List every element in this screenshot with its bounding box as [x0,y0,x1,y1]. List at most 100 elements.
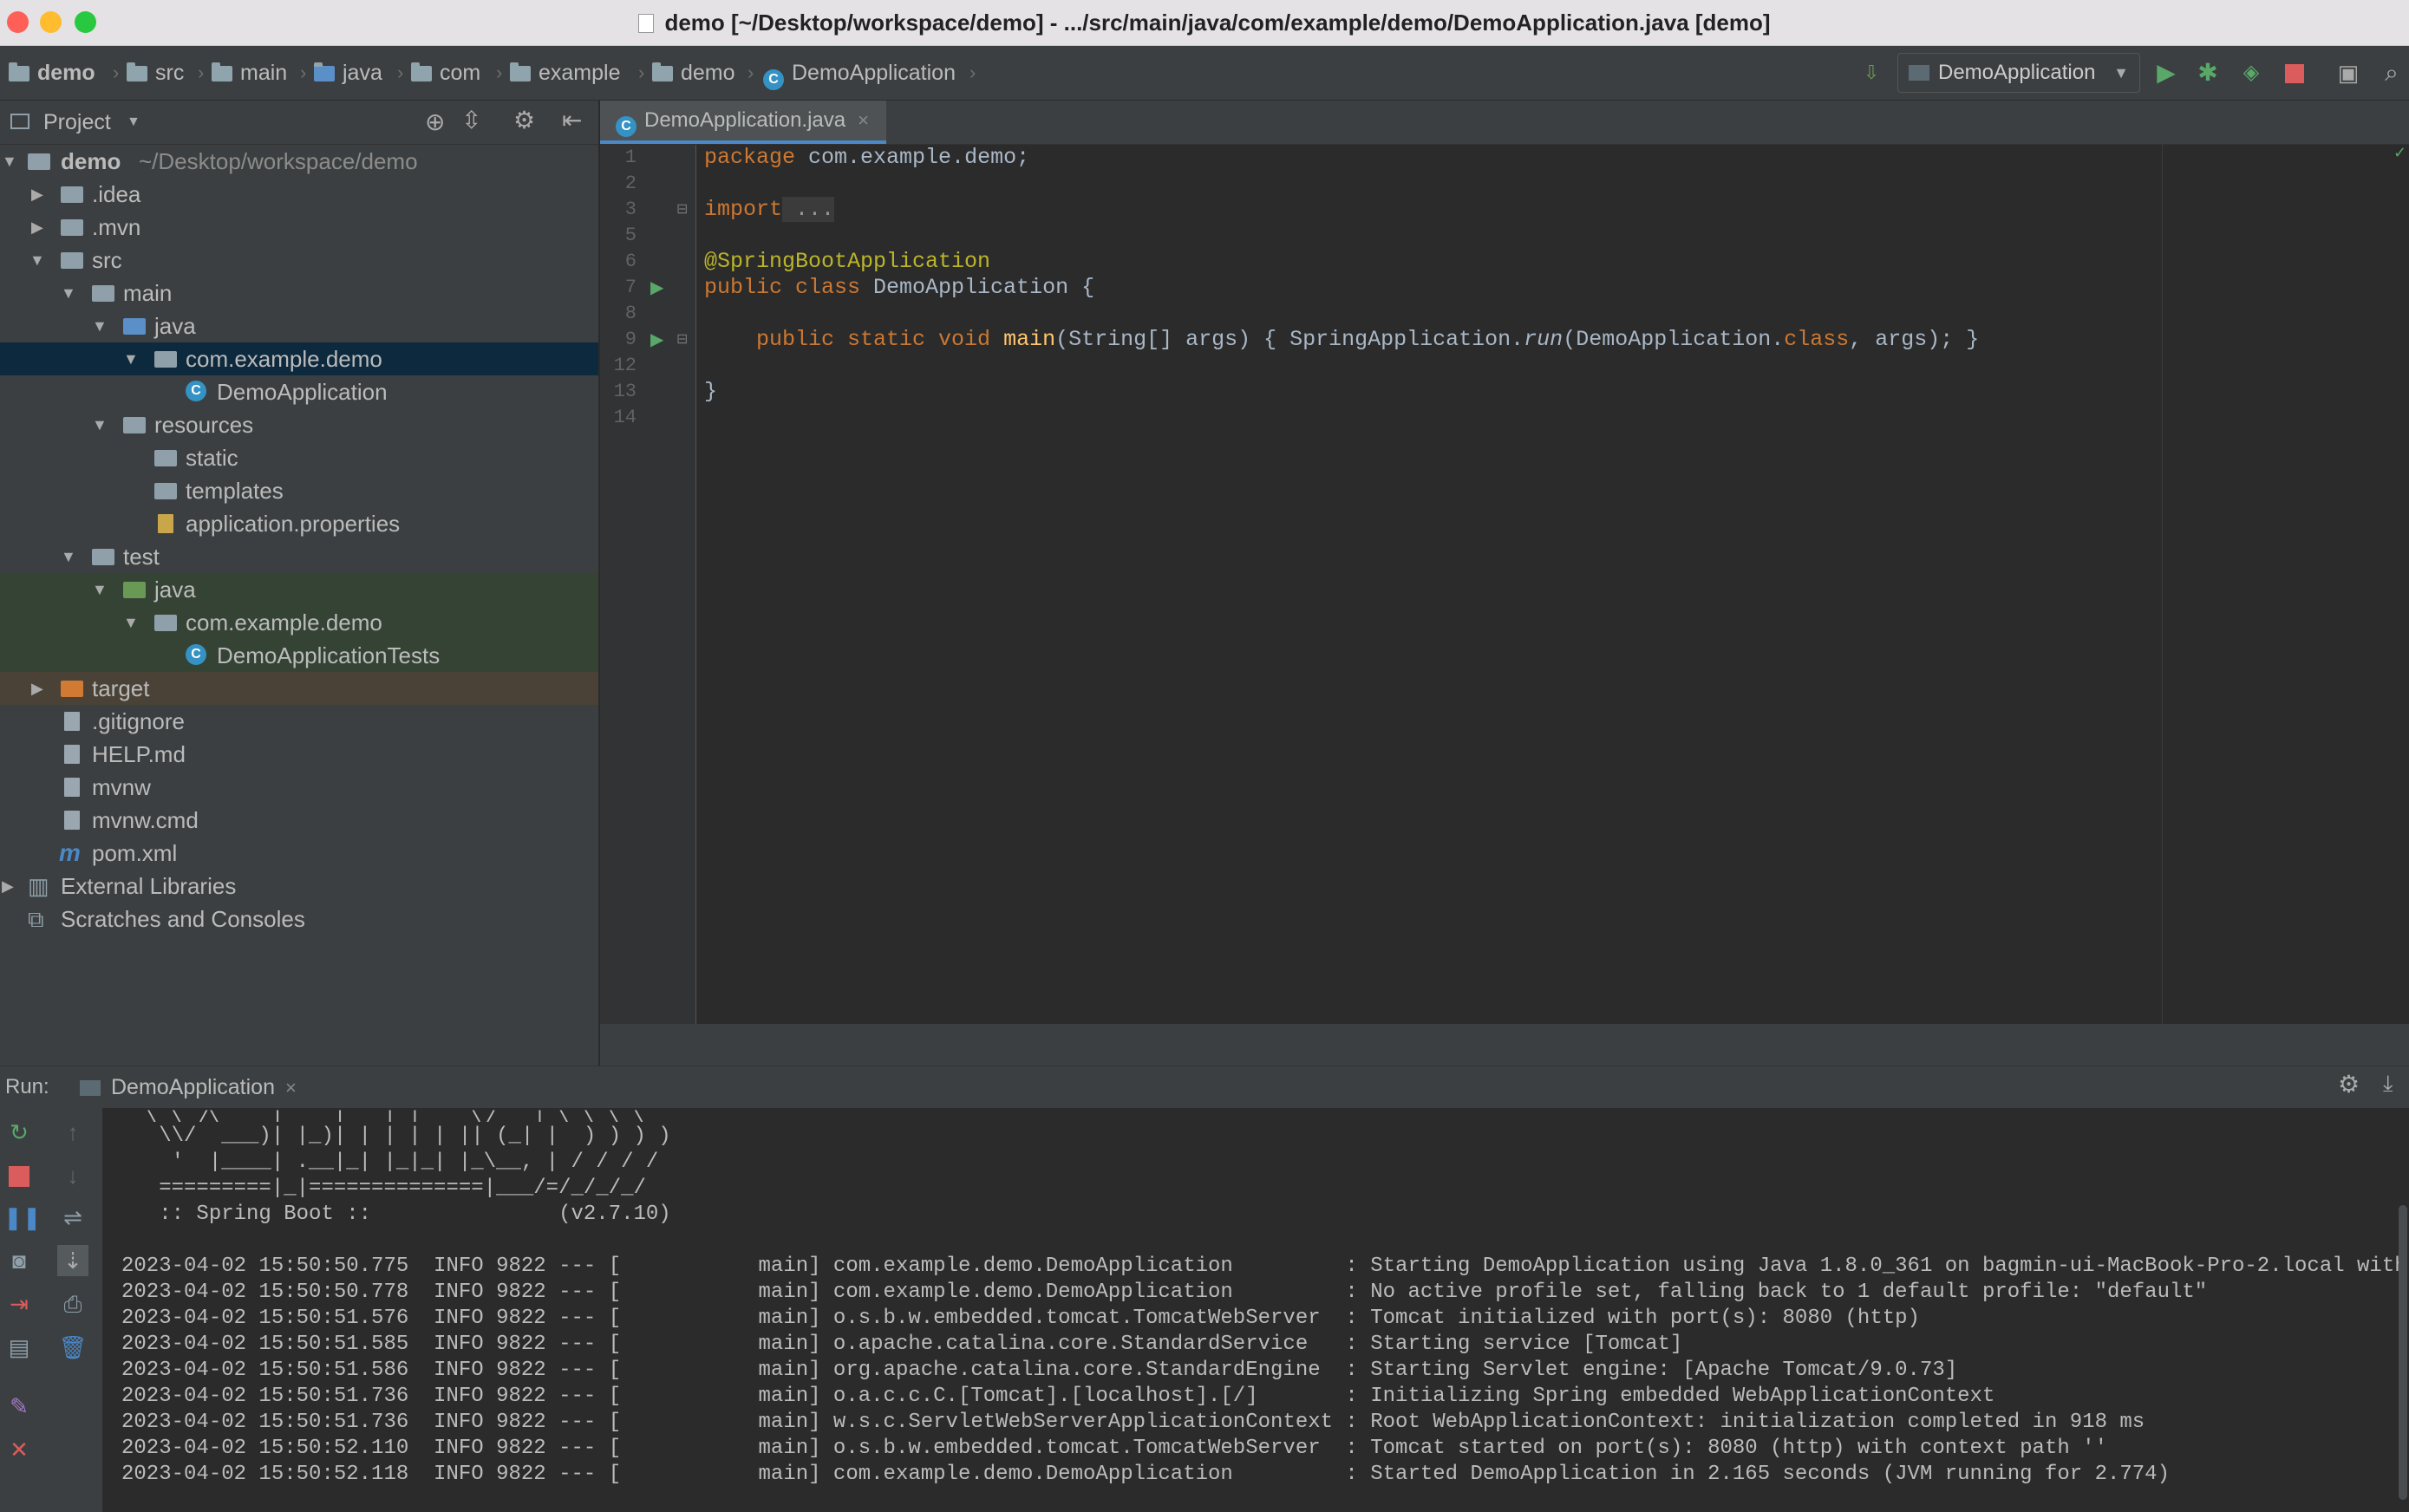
rerun-icon[interactable]: ↻ [3,1117,35,1148]
chevron-right-icon: › [198,62,205,83]
chevron-down-icon[interactable]: ▼ [92,573,109,606]
tree-item-static[interactable]: static [0,441,598,474]
tree-item-java[interactable]: ▼ java [0,310,598,342]
folder-icon [92,285,114,302]
breadcrumb-demo[interactable]: demo [9,46,95,100]
tree-item-main[interactable]: ▼ main [0,277,598,310]
pin-icon[interactable]: ✎ [3,1391,35,1422]
chevron-down-icon[interactable]: ▼ [92,408,109,441]
tree-item-test[interactable]: ▼ test [0,540,598,573]
hide-panel-icon[interactable]: ⤓ [2383,1070,2393,1098]
tree-item-demoapplicationtests[interactable]: C DemoApplicationTests [0,639,598,672]
trash-icon[interactable]: 🗑 [57,1332,88,1363]
print-icon[interactable]: ⎙ [57,1288,88,1320]
run-icon[interactable]: ▶ [2151,57,2182,88]
stop-icon[interactable] [3,1160,35,1191]
chevron-down-icon[interactable]: ▼ [123,606,140,639]
tree-item-mvnw-cmd[interactable]: mvnw.cmd [0,804,598,837]
gear-icon[interactable]: ⚙ [513,106,535,134]
tree-item-pom-xml[interactable]: m pom.xml [0,837,598,870]
tree-item-mvnw[interactable]: mvnw [0,771,598,804]
tree-item-test-java[interactable]: ▼ java [0,573,598,606]
tree-item-gitignore[interactable]: .gitignore [0,705,598,738]
debug-icon[interactable]: ✱ [2192,57,2223,88]
scroll-to-end-icon[interactable]: ⇣ [57,1245,88,1276]
tree-item-package-test[interactable]: ▼ com.example.demo [0,606,598,639]
fold-icon[interactable]: ⊟ [676,330,688,349]
tree-item-scratches[interactable]: ⧉ Scratches and Consoles [0,903,598,935]
layout-icon[interactable]: ▤ [3,1332,35,1363]
breadcrumb-demo-package[interactable]: demo [652,46,735,100]
pause-icon[interactable]: ❚❚ [3,1202,42,1233]
run-gutter-icon[interactable]: ▶ [650,327,663,353]
chevron-down-icon[interactable]: ▼ [2,145,19,178]
chevron-down-icon[interactable]: ▼ [92,310,109,342]
console-log-line: 2023-04-02 15:50:51.585 INFO 9822 --- [ … [121,1333,1683,1356]
project-structure-icon[interactable]: ▣ [2333,57,2364,88]
test-folder-icon [123,582,146,598]
tree-item-external-libraries[interactable]: ▶ ▥ External Libraries [0,870,598,903]
chevron-down-icon[interactable]: ▼ [123,342,140,375]
console-scrollbar[interactable] [2399,1205,2407,1500]
stop-icon[interactable] [2279,57,2310,88]
search-icon[interactable]: ⌕ [2376,57,2407,88]
run-gutter-icon[interactable]: ▶ [650,275,663,301]
tree-item-help-md[interactable]: HELP.md [0,738,598,771]
chevron-down-icon[interactable]: ▼ [127,101,140,144]
build-icon[interactable]: ⇩ [1856,57,1887,88]
fold-icon[interactable]: ⊟ [676,200,688,219]
hide-panel-icon[interactable]: ⇤ [562,106,582,134]
breadcrumb-example[interactable]: example [510,46,621,100]
tree-item-package-main[interactable]: ▼ com.example.demo [0,342,598,375]
arrow-up-icon[interactable]: ↑ [57,1117,88,1148]
exit-icon[interactable]: ⇥ [3,1288,35,1320]
code-line-9: public static void main(String[] args) {… [704,327,1979,353]
run-config-icon [80,1080,101,1096]
tree-item-templates[interactable]: templates [0,474,598,507]
close-icon[interactable]: × [285,1077,297,1098]
chevron-down-icon[interactable]: ▼ [61,540,78,573]
breadcrumb-demoapplication[interactable]: C DemoApplication [763,46,956,100]
tree-item-mvn[interactable]: ▶ .mvn [0,211,598,244]
chevron-right-icon[interactable]: ▶ [2,870,19,903]
tree-item-label: com.example.demo [186,346,382,372]
close-icon[interactable]: ✕ [3,1434,35,1465]
run-configuration-dropdown[interactable]: DemoApplication ▼ [1897,53,2140,93]
camera-icon[interactable]: ◙ [3,1245,35,1276]
file-icon [64,811,80,830]
project-panel-title[interactable]: Project [43,101,111,144]
collapse-all-icon[interactable]: ⇳ [461,106,481,134]
tree-item-application-properties[interactable]: application.properties [0,507,598,540]
breadcrumb-src[interactable]: src [127,46,184,100]
locate-icon[interactable]: ⊕ [425,108,445,136]
editor-gutter[interactable]: 1 2 3 5 6 7 8 9 12 13 14 ▶ ▶ ⊟ ⊟ [600,145,695,1024]
tree-item-src[interactable]: ▼ src [0,244,598,277]
chevron-down-icon[interactable]: ▼ [29,244,47,277]
package-icon [154,351,177,368]
spring-class-icon: C [186,381,206,401]
folded-imports[interactable]: ... [782,197,835,222]
editor-gutter-separator [695,145,696,1024]
tree-item-resources[interactable]: ▼ resources [0,408,598,441]
console-log-line: 2023-04-02 15:50:50.775 INFO 9822 --- [ … [121,1255,2409,1278]
tree-item-target[interactable]: ▶ target [0,672,598,705]
coverage-icon[interactable]: ◈ [2236,57,2267,88]
chevron-down-icon[interactable]: ▼ [61,277,78,310]
line-number: 3 [624,199,637,220]
gear-icon[interactable]: ⚙ [2338,1070,2360,1098]
chevron-right-icon[interactable]: ▶ [31,672,49,705]
breadcrumb-com[interactable]: com [411,46,480,100]
tree-item-idea[interactable]: ▶ .idea [0,178,598,211]
tab-demoapplication-java[interactable]: C DemoApplication.java × [600,101,886,144]
close-icon[interactable]: × [858,109,869,131]
chevron-right-icon[interactable]: ▶ [31,211,49,244]
breadcrumb-java[interactable]: java [314,46,382,100]
arrow-down-icon[interactable]: ↓ [57,1160,88,1191]
breadcrumb-main[interactable]: main [212,46,287,100]
code-keyword: public class [704,275,861,300]
run-tab-demoapplication[interactable]: DemoApplication × [69,1066,297,1108]
tree-item-demo[interactable]: ▼ demo ~/Desktop/workspace/demo [0,145,598,178]
chevron-right-icon[interactable]: ▶ [31,178,49,211]
tree-item-demoapplication[interactable]: C DemoApplication [0,375,598,408]
soft-wrap-icon[interactable]: ⇌ [57,1202,88,1233]
